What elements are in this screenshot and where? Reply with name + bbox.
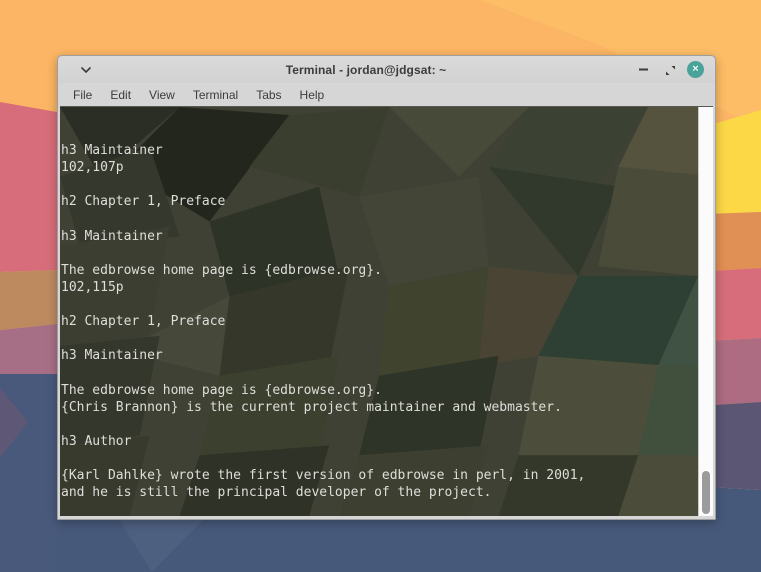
terminal-line: h2 Chapter 1, Preface <box>61 193 698 210</box>
terminal-line: The edbrowse home page is {edbrowse.org}… <box>61 262 698 279</box>
terminal-line: The edbrowse home page is {edbrowse.org}… <box>61 382 698 399</box>
menu-help[interactable]: Help <box>293 86 332 104</box>
terminal-line: and he is still the principal developer … <box>61 484 698 501</box>
terminal-line <box>61 245 698 262</box>
scrollbar-thumb[interactable] <box>702 471 710 514</box>
menu-view[interactable]: View <box>142 86 182 104</box>
terminal-output: h3 Maintainer102,107p h2 Chapter 1, Pref… <box>60 108 698 516</box>
restore-icon <box>664 64 676 76</box>
terminal-line <box>61 176 698 193</box>
chevron-down-icon <box>81 67 91 73</box>
window-title-bar[interactable]: Terminal - jordan@jdgsat: ~ × <box>58 56 715 83</box>
menu-edit[interactable]: Edit <box>103 86 138 104</box>
terminal-line: h3 Author <box>61 433 698 450</box>
minimize-button[interactable] <box>635 61 652 78</box>
terminal-lines: h3 Maintainer102,107p h2 Chapter 1, Pref… <box>61 142 698 516</box>
terminal-line: {Karl Dahlke} wrote the first version of… <box>61 467 698 484</box>
window-title: Terminal - jordan@jdgsat: ~ <box>97 63 635 77</box>
window-menu-button[interactable] <box>75 61 97 79</box>
terminal-line <box>61 296 698 313</box>
terminal-window: Terminal - jordan@jdgsat: ~ × File Edit … <box>57 55 716 520</box>
terminal-line: h3 Maintainer <box>61 347 698 364</box>
terminal-line <box>61 211 698 228</box>
menu-terminal[interactable]: Terminal <box>186 86 245 104</box>
close-icon: × <box>692 64 698 75</box>
terminal-line: 102,107p <box>61 159 698 176</box>
terminal-line: h2 Chapter 1, Preface <box>61 313 698 330</box>
terminal-line <box>61 450 698 467</box>
menu-file[interactable]: File <box>66 86 99 104</box>
close-button[interactable]: × <box>687 61 704 78</box>
menu-bar: File Edit View Terminal Tabs Help <box>58 83 715 106</box>
terminal-line <box>61 416 698 433</box>
terminal-line <box>61 364 698 381</box>
minimize-icon <box>639 68 648 71</box>
terminal-scrollbar[interactable] <box>698 107 713 516</box>
terminal-line: {Chris Brannon} is the current project m… <box>61 399 698 416</box>
terminal-line: h3 Maintainer <box>61 228 698 245</box>
restore-button[interactable] <box>661 61 678 78</box>
terminal-line: h3 Maintainer <box>61 142 698 159</box>
menu-tabs[interactable]: Tabs <box>249 86 288 104</box>
terminal-viewport[interactable]: h3 Maintainer102,107p h2 Chapter 1, Pref… <box>60 106 713 516</box>
terminal-line <box>61 330 698 347</box>
terminal-line: 102,115p <box>61 279 698 296</box>
terminal-line <box>61 501 698 516</box>
